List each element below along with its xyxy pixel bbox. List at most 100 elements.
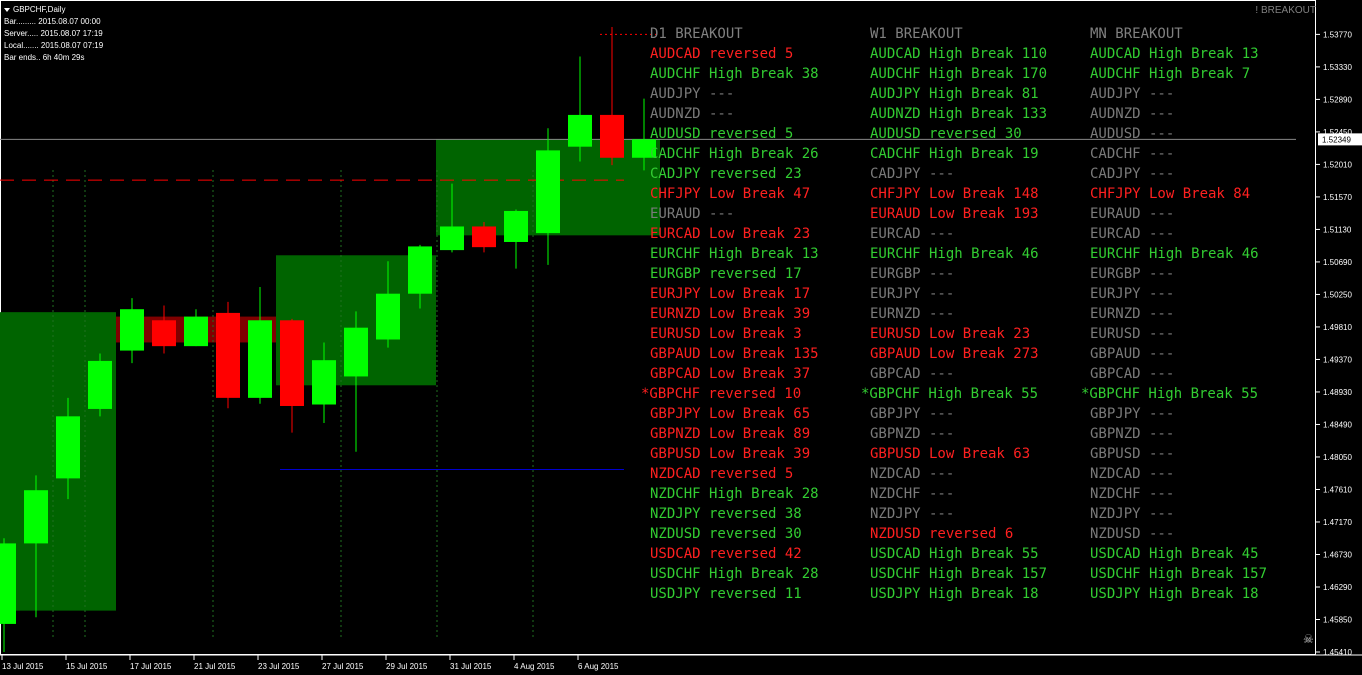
candle-body xyxy=(152,320,176,347)
breakout-cell: CADJPY reversed 23 xyxy=(650,166,802,182)
y-tick-label: 1.51130 xyxy=(1323,225,1352,234)
breakout-cell: NZDUSD --- xyxy=(1090,526,1175,542)
breakout-cell: GBPNZD --- xyxy=(870,426,955,442)
breakout-cell: GBPAUD Low Break 135 xyxy=(650,346,819,362)
breakout-column-header: D1 BREAKOUT xyxy=(650,26,743,42)
candle-16[interactable] xyxy=(472,222,496,253)
y-tick-label: 1.47170 xyxy=(1323,518,1352,527)
breakout-cell: NZDCAD --- xyxy=(870,466,955,482)
breakout-cell: NZDCAD reversed 5 xyxy=(650,466,794,482)
candle-body xyxy=(440,226,464,251)
candle-body xyxy=(0,543,16,624)
breakout-cell: USDCAD High Break 45 xyxy=(1090,546,1259,562)
y-tick-label: 1.52890 xyxy=(1323,95,1352,104)
breakout-cell: USDJPY reversed 11 xyxy=(650,586,802,602)
candle-body xyxy=(568,114,592,147)
breakout-column-header: W1 BREAKOUT xyxy=(870,26,963,42)
breakout-cell: EURAUD --- xyxy=(1090,206,1175,222)
x-tick-label: 21 Jul 2015 xyxy=(194,662,236,671)
breakout-cell: CADJPY --- xyxy=(1090,166,1175,182)
breakout-cell: *GBPCHF reversed 10 xyxy=(641,386,802,402)
breakout-cell: EURUSD Low Break 3 xyxy=(650,326,802,342)
candle-4[interactable] xyxy=(88,353,112,417)
breakout-cell: AUDJPY High Break 81 xyxy=(870,86,1039,102)
candle-20[interactable] xyxy=(600,27,624,166)
chart-info-panel: GBPCHF,Daily Bar......... 2015.08.07 00:… xyxy=(4,4,103,64)
breakout-column-2: W1 BREAKOUT AUDCAD High Break 110 AUDCHF H… xyxy=(861,24,1048,604)
breakout-cell: NZDCAD --- xyxy=(1090,466,1175,482)
breakout-cell: EURCHF High Break 13 xyxy=(650,246,819,262)
breakout-cell: GBPUSD Low Break 39 xyxy=(650,446,811,462)
breakout-cell: EURNZD --- xyxy=(1090,306,1175,322)
x-tick-label: 15 Jul 2015 xyxy=(66,662,108,671)
breakout-cell: EURGBP --- xyxy=(870,266,955,282)
y-tick-label: 1.45410 xyxy=(1323,648,1352,657)
breakout-cell: CADJPY --- xyxy=(870,166,955,182)
breakout-cell: NZDJPY reversed 38 xyxy=(650,506,802,522)
breakout-cell: CHFJPY Low Break 148 xyxy=(870,186,1039,202)
breakout-column-header: MN BREAKOUT xyxy=(1090,26,1183,42)
x-tick-label: 29 Jul 2015 xyxy=(386,662,428,671)
breakout-cell: AUDCAD High Break 110 xyxy=(870,46,1048,62)
candle-8[interactable] xyxy=(216,301,240,409)
candle-body xyxy=(504,210,528,242)
breakout-cell: EURNZD Low Break 39 xyxy=(650,306,811,322)
x-tick-label: 27 Jul 2015 xyxy=(322,662,364,671)
candle-body xyxy=(280,320,304,406)
breakout-cell: GBPAUD --- xyxy=(1090,346,1175,362)
breakout-cell: USDCAD reversed 42 xyxy=(650,546,802,562)
y-tick-label: 1.50250 xyxy=(1323,290,1352,299)
x-tick-label: 4 Aug 2015 xyxy=(514,662,555,671)
indicator-name: ! BREAKOUT xyxy=(1255,5,1316,16)
candle-body xyxy=(216,312,240,398)
breakout-cell: GBPNZD --- xyxy=(1090,426,1175,442)
breakout-cell: GBPJPY Low Break 65 xyxy=(650,406,811,422)
breakout-cell: EURCHF High Break 46 xyxy=(870,246,1039,262)
bar-time: Bar......... 2015.08.07 00:00 xyxy=(4,17,101,26)
breakout-cell: AUDJPY --- xyxy=(650,86,735,102)
breakout-cell: *GBPCHF High Break 55 xyxy=(861,386,1039,402)
breakout-cell: AUDUSD reversed 5 xyxy=(650,126,794,142)
symbol-timeframe: GBPCHF,Daily xyxy=(13,5,66,14)
breakout-cell: AUDCAD reversed 5 xyxy=(650,46,794,62)
current-price-label: 1.52349 xyxy=(1322,135,1351,144)
candle-7[interactable] xyxy=(184,309,208,347)
breakout-cell: EURUSD Low Break 23 xyxy=(870,326,1031,342)
breakout-cell: EURGBP --- xyxy=(1090,266,1175,282)
symbol-dropdown-icon[interactable] xyxy=(4,8,10,12)
breakout-cell: AUDNZD High Break 133 xyxy=(870,106,1048,122)
candle-body xyxy=(56,416,80,479)
breakout-cell: USDJPY High Break 18 xyxy=(870,586,1039,602)
candle-body xyxy=(184,316,208,347)
breakout-cell: AUDCHF High Break 170 xyxy=(870,66,1048,82)
candle-body xyxy=(408,246,432,294)
breakout-cell: EURCAD --- xyxy=(870,226,955,242)
candle-body xyxy=(344,327,368,377)
y-tick-label: 1.51570 xyxy=(1323,193,1352,202)
breakout-cell: USDCHF High Break 28 xyxy=(650,566,819,582)
breakout-cell: GBPAUD Low Break 273 xyxy=(870,346,1039,362)
candle-19[interactable] xyxy=(568,56,592,162)
breakout-cell: EURGBP reversed 17 xyxy=(650,266,802,282)
candle-body xyxy=(312,360,336,405)
skull-icon: ☠ xyxy=(1303,632,1314,646)
breakout-cell: AUDUSD --- xyxy=(1090,126,1175,142)
breakout-cell: GBPCAD --- xyxy=(1090,366,1175,382)
x-tick-label: 13 Jul 2015 xyxy=(2,662,44,671)
candle-5[interactable] xyxy=(120,298,144,364)
breakout-cell: GBPNZD Low Break 89 xyxy=(650,426,811,442)
candle-17[interactable] xyxy=(504,209,528,269)
candle-body xyxy=(120,309,144,351)
y-tick-label: 1.53330 xyxy=(1323,63,1352,72)
breakout-cell: GBPUSD --- xyxy=(1090,446,1175,462)
candle-10[interactable] xyxy=(280,318,304,433)
y-tick-label: 1.45850 xyxy=(1323,615,1352,624)
candle-9[interactable] xyxy=(248,287,272,404)
candle-1[interactable] xyxy=(0,538,16,652)
y-tick-label: 1.49810 xyxy=(1323,323,1352,332)
breakout-cell: EURCAD Low Break 23 xyxy=(650,226,811,242)
y-tick-label: 1.48490 xyxy=(1323,420,1352,429)
breakout-cell: EURNZD --- xyxy=(870,306,955,322)
breakout-cell: USDJPY High Break 18 xyxy=(1090,586,1259,602)
candle-6[interactable] xyxy=(152,305,176,354)
